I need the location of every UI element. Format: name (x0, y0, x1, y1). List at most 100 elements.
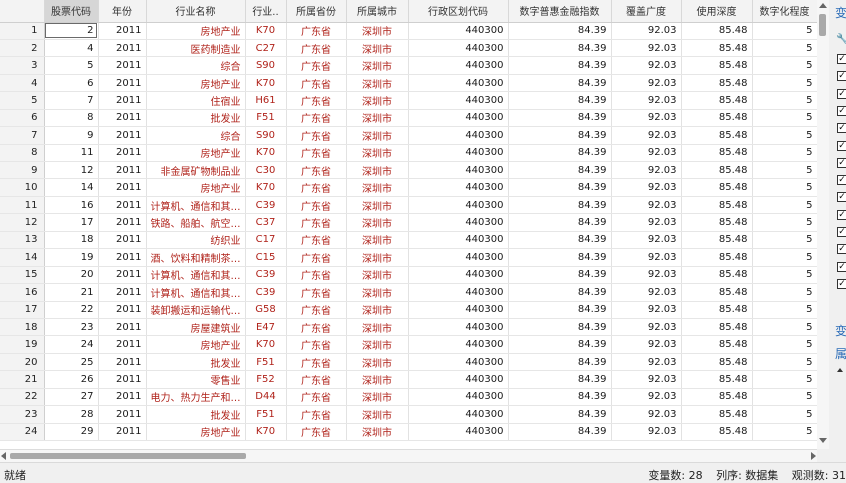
cell-city[interactable]: 深圳市 (346, 370, 409, 389)
cell-city[interactable]: 深圳市 (346, 178, 409, 197)
cell-year[interactable]: 2011 (98, 196, 147, 215)
column-header[interactable]: 所属省份 (286, 0, 347, 23)
variable-checkbox[interactable]: ✓ (837, 227, 846, 237)
cell-industry[interactable]: 综合 (146, 126, 246, 145)
row-number[interactable]: 3 (0, 56, 45, 75)
cell-city[interactable]: 深圳市 (346, 56, 409, 75)
cell-city[interactable]: 深圳市 (346, 144, 409, 163)
cell-code[interactable]: 29 (44, 423, 99, 442)
cell-code[interactable]: 11 (44, 144, 99, 163)
cell-city[interactable]: 深圳市 (346, 405, 409, 424)
variable-checkbox[interactable]: ✓ (837, 71, 846, 82)
cell-industry[interactable]: 医药制造业 (146, 39, 246, 58)
cell-idx[interactable]: 84.39 (508, 388, 612, 407)
cell-dep[interactable]: 85.48 (681, 388, 753, 407)
cell-ic[interactable]: F51 (245, 109, 287, 128)
horizontal-scrollbar[interactable] (0, 449, 817, 463)
properties-tab[interactable]: 属 (835, 345, 846, 362)
table-row[interactable]: 18 23 2011 房屋建筑业 E47 广东省 深圳市 440300 84.39 92.03 85… (0, 318, 817, 337)
cell-ic[interactable]: C17 (245, 231, 287, 250)
cell-dig[interactable]: 5 (752, 56, 817, 75)
cell-city[interactable]: 深圳市 (346, 283, 409, 302)
cell-dep[interactable]: 85.48 (681, 144, 753, 163)
row-number[interactable]: 22 (0, 388, 45, 407)
cell-dep[interactable]: 85.48 (681, 39, 753, 58)
cell-code[interactable]: 22 (44, 301, 99, 319)
variable-checkbox[interactable]: ✓ (837, 140, 846, 151)
row-number[interactable]: 4 (0, 74, 45, 93)
cell-year[interactable]: 2011 (98, 388, 147, 407)
cell-dig[interactable]: 5 (752, 231, 817, 250)
row-number[interactable]: 8 (0, 144, 45, 163)
cell-code[interactable]: 17 (44, 213, 99, 232)
cell-ic[interactable]: F51 (245, 353, 287, 372)
cell-idx[interactable]: 84.39 (508, 318, 612, 337)
cell-code[interactable]: 21 (44, 283, 99, 302)
cell-code[interactable]: 6 (44, 74, 99, 93)
table-row[interactable]: 2 4 2011 医药制造业 C27 广东省 深圳市 440300 84.39 92.03 85.4… (0, 39, 817, 58)
scroll-left-icon[interactable] (1, 452, 6, 460)
cell-industry[interactable]: 综合 (146, 56, 246, 75)
cell-idx[interactable]: 84.39 (508, 56, 612, 75)
table-row[interactable]: 12 17 2011 铁路、船舶、航空… C37 广东省 深圳市 440300 84.39 92.… (0, 213, 817, 232)
cell-idx[interactable]: 84.39 (508, 196, 612, 215)
cell-idx[interactable]: 84.39 (508, 370, 612, 389)
cell-industry[interactable]: 房地产业 (146, 74, 246, 93)
cell-dig[interactable]: 5 (752, 318, 817, 337)
cell-industry[interactable]: 住宿业 (146, 91, 246, 110)
cell-industry[interactable]: 房地产业 (146, 178, 246, 197)
cell-code[interactable]: 8 (44, 109, 99, 128)
column-header[interactable]: 使用深度 (681, 0, 753, 23)
cell-prov[interactable]: 广东省 (286, 178, 347, 197)
cell-city[interactable]: 深圳市 (346, 231, 409, 250)
cell-ic[interactable]: G58 (245, 301, 287, 319)
cell-area[interactable]: 440300 (408, 161, 509, 180)
row-number[interactable]: 9 (0, 161, 45, 180)
cell-city[interactable]: 深圳市 (346, 248, 409, 267)
table-row[interactable]: 23 28 2011 批发业 F51 广东省 深圳市 440300 84.39 92.03 85.4… (0, 405, 817, 424)
cell-ic[interactable]: K70 (245, 335, 287, 354)
variable-checkbox[interactable]: ✓ (837, 192, 846, 203)
cell-city[interactable]: 深圳市 (346, 318, 409, 337)
column-header[interactable]: 行业.. (245, 0, 287, 23)
cell-idx[interactable]: 84.39 (508, 301, 612, 319)
cell-year[interactable]: 2011 (98, 423, 147, 442)
row-number[interactable]: 1 (0, 22, 45, 40)
cell-area[interactable]: 440300 (408, 91, 509, 110)
cell-year[interactable]: 2011 (98, 283, 147, 302)
row-number[interactable]: 13 (0, 231, 45, 250)
cell-year[interactable]: 2011 (98, 266, 147, 285)
cell-code[interactable]: 28 (44, 405, 99, 424)
cell-area[interactable]: 440300 (408, 196, 509, 215)
cell-industry[interactable]: 铁路、船舶、航空… (146, 213, 246, 232)
cell-prov[interactable]: 广东省 (286, 335, 347, 354)
row-number[interactable]: 18 (0, 318, 45, 337)
cell-prov[interactable]: 广东省 (286, 109, 347, 128)
cell-year[interactable]: 2011 (98, 335, 147, 354)
vertical-scrollbar[interactable] (817, 0, 829, 449)
row-number[interactable]: 5 (0, 91, 45, 110)
cell-idx[interactable]: 84.39 (508, 213, 612, 232)
cell-area[interactable]: 440300 (408, 22, 509, 40)
cell-prov[interactable]: 广东省 (286, 353, 347, 372)
column-header[interactable]: 所属城市 (346, 0, 409, 23)
variables-tab-2[interactable]: 变 (835, 322, 846, 339)
corner-header[interactable] (0, 0, 45, 23)
cell-prov[interactable]: 广东省 (286, 91, 347, 110)
wrench-icon[interactable]: 🔧 (836, 34, 846, 45)
cell-city[interactable]: 深圳市 (346, 335, 409, 354)
cell-code[interactable]: 20 (44, 266, 99, 285)
table-row[interactable]: 15 20 2011 计算机、通信和其… C39 广东省 深圳市 440300 84.39 92.… (0, 266, 817, 285)
row-number[interactable]: 15 (0, 266, 45, 285)
cell-dep[interactable]: 85.48 (681, 318, 753, 337)
cell-prov[interactable]: 广东省 (286, 248, 347, 267)
cell-dig[interactable]: 5 (752, 161, 817, 180)
cell-dig[interactable]: 5 (752, 22, 817, 40)
table-row[interactable]: 1 2 2011 房地产业 K70 广东省 深圳市 440300 84.39 92.03 85.48… (0, 22, 817, 40)
cell-city[interactable]: 深圳市 (346, 388, 409, 407)
variables-tab[interactable]: 变 (835, 4, 846, 21)
cell-area[interactable]: 440300 (408, 405, 509, 424)
cell-idx[interactable]: 84.39 (508, 231, 612, 250)
cell-dig[interactable]: 5 (752, 126, 817, 145)
cell-ic[interactable]: K70 (245, 423, 287, 442)
